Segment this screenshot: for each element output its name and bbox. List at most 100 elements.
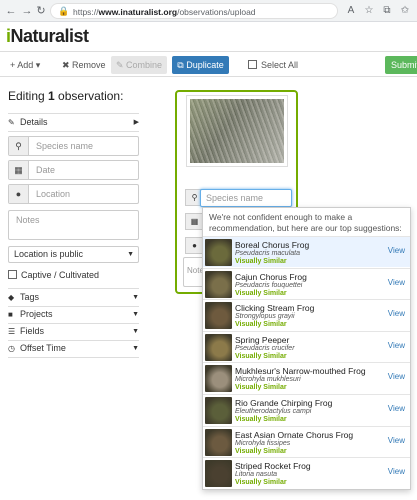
location-visibility-select[interactable]: Location is public ▼ (8, 246, 139, 263)
suggestion-scientific-name: Litoria nasuta (235, 471, 278, 479)
suggestion-scientific-name: Microhyla fissipes (235, 439, 291, 447)
visually-similar-label: Visually Similar (235, 258, 287, 265)
suggestion-scientific-name: Pseudacris crucifer (235, 344, 295, 352)
suggestion-scientific-name: Pseudacris fouquettei (235, 281, 303, 289)
add-button[interactable]: + Add ▾ (10, 56, 40, 74)
visually-similar-label: Visually Similar (235, 289, 287, 297)
upload-toolbar: + Add ▾ ✖ Remove ✎ Combine ⧉ Duplicate S… (0, 51, 417, 77)
date-field[interactable]: ▦ Date (8, 160, 139, 180)
reload-icon[interactable]: ↻ (34, 4, 48, 18)
suggestion-common-name: Mukhlesur's Narrow-mouthed Frog (235, 366, 366, 377)
split-view-icon[interactable]: ⧉ (380, 4, 394, 18)
address-bar[interactable]: 🔒 https://www.inaturalist.org/observatio… (50, 3, 338, 19)
suggestion-common-name: Boreal Chorus Frog (235, 240, 310, 250)
tag-icon: ◆ (8, 293, 15, 302)
pencil-icon: ✎ (115, 60, 126, 70)
caret-down-icon: ▼ (132, 311, 139, 318)
map-marker-icon: ● (185, 237, 203, 254)
species-thumbnail (205, 428, 232, 456)
details-section-toggle[interactable]: ✎ Details ▶ (8, 115, 139, 130)
captive-checkbox[interactable]: Captive / Cultivated (8, 270, 99, 280)
view-link[interactable]: View (388, 467, 405, 476)
copy-icon: ⧉ (177, 60, 187, 70)
visually-similar-label: Visually Similar (235, 447, 287, 455)
caret-down-icon: ▼ (132, 345, 139, 352)
suggestion-common-name: Striped Rocket Frog (235, 461, 311, 472)
visually-similar-label: Visually Similar (235, 352, 287, 360)
card-species-input[interactable]: Species name (200, 189, 292, 207)
offset-time-section-toggle[interactable]: ◷ Offset Time ▼ (8, 341, 139, 356)
suggestion-common-name: Spring Peeper (235, 334, 290, 345)
view-link[interactable]: View (388, 278, 405, 287)
suggestion-item[interactable]: Cajun Chorus Frog Pseudacris fouquettei Vi… (203, 267, 410, 299)
observation-photo[interactable] (190, 99, 284, 163)
search-icon: ⚲ (9, 137, 29, 155)
suggestion-item[interactable]: Spring Peeper Pseudacris crucifer Visually… (203, 330, 410, 362)
forward-icon[interactable]: → (20, 4, 34, 18)
duplicate-button[interactable]: ⧉ Duplicate (172, 56, 229, 74)
list-icon: ☰ (8, 327, 16, 336)
divider (8, 357, 139, 358)
species-thumbnail (205, 270, 232, 298)
briefcase-icon: ■ (8, 310, 13, 319)
suggestion-item[interactable]: East Asian Ornate Chorus Frog Microhyla f… (203, 425, 410, 457)
suggestion-common-name: East Asian Ornate Chorus Frog (235, 429, 354, 440)
lock-icon: 🔒 (58, 6, 70, 16)
suggestion-item[interactable]: Rio Grande Chirping Frog Eleutherodactylu… (203, 394, 410, 425)
visually-similar-label: Visually Similar (235, 479, 287, 487)
notes-textarea[interactable]: Notes (8, 210, 139, 240)
species-suggestions-dropdown: We're not confident enough to make a rec… (202, 207, 411, 490)
caret-down-icon: ▾ (33, 60, 41, 70)
suggestion-common-name: Cajun Chorus Frog (235, 271, 307, 282)
map-marker-icon: ● (9, 185, 29, 203)
view-link[interactable]: View (388, 404, 405, 413)
suggestion-scientific-name: Pseudacris maculata (235, 250, 300, 257)
suggestion-item[interactable]: Striped Rocket Frog Litoria nasuta Visuall… (203, 457, 410, 488)
close-icon: ✖ (62, 60, 73, 70)
checkbox-icon[interactable] (248, 60, 257, 69)
clock-icon: ◷ (8, 344, 15, 353)
projects-section-toggle[interactable]: ■ Projects ▼ (8, 307, 139, 322)
remove-button[interactable]: ✖ Remove (62, 56, 106, 74)
view-link[interactable]: View (388, 309, 405, 318)
view-link[interactable]: View (388, 436, 405, 445)
view-link[interactable]: View (388, 246, 405, 255)
species-thumbnail (205, 460, 232, 488)
species-thumbnail (205, 365, 232, 393)
view-link[interactable]: View (388, 372, 405, 381)
suggestion-scientific-name: Eleutherodactylus campi (235, 408, 312, 415)
species-thumbnail (205, 333, 232, 361)
divider (8, 131, 139, 132)
select-all-checkbox[interactable]: Select All (248, 56, 298, 74)
suggestion-common-name: Clicking Stream Frog (235, 303, 315, 314)
visually-similar-label: Visually Similar (235, 321, 287, 329)
suggestion-scientific-name: Microhyla mukhlesuri (235, 376, 301, 384)
submit-button[interactable]: Submit (385, 56, 417, 74)
suggestion-common-name: Rio Grande Chirping Frog (235, 398, 333, 408)
species-name-field[interactable]: ⚲ Species name (8, 136, 139, 156)
divider (8, 288, 139, 289)
location-field[interactable]: ● Location (8, 184, 139, 204)
checkbox-icon[interactable] (8, 270, 17, 279)
caret-right-icon: ▶ (133, 119, 139, 126)
suggestion-item[interactable]: Clicking Stream Frog Strongylopus grayii V… (203, 299, 410, 330)
favorite-icon[interactable]: ☆ (362, 4, 376, 18)
calendar-icon: ▦ (185, 213, 203, 230)
suggestion-scientific-name: Strongylopus grayii (235, 313, 295, 321)
inaturalist-logo[interactable]: iNaturalist (6, 26, 89, 47)
fields-section-toggle[interactable]: ☰ Fields ▼ (8, 324, 139, 339)
combine-button[interactable]: ✎ Combine (111, 56, 167, 74)
suggestion-item[interactable]: Boreal Chorus Frog Pseudacris maculata Vis… (203, 236, 410, 267)
reader-icon[interactable]: A (344, 4, 358, 18)
favorites-bar-icon[interactable]: ✩ (398, 4, 412, 18)
back-icon[interactable]: ← (4, 4, 18, 18)
page-title: Editing 1 observation: (8, 89, 124, 103)
species-thumbnail (205, 239, 232, 266)
suggestion-item[interactable]: Mukhlesur's Narrow-mouthed Frog Microhyla… (203, 362, 410, 393)
species-thumbnail (205, 397, 232, 424)
caret-down-icon: ▼ (132, 294, 139, 301)
calendar-icon: ▦ (9, 161, 29, 179)
view-link[interactable]: View (388, 341, 405, 350)
caret-down-icon: ▼ (132, 328, 139, 335)
tags-section-toggle[interactable]: ◆ Tags ▼ (8, 290, 139, 305)
